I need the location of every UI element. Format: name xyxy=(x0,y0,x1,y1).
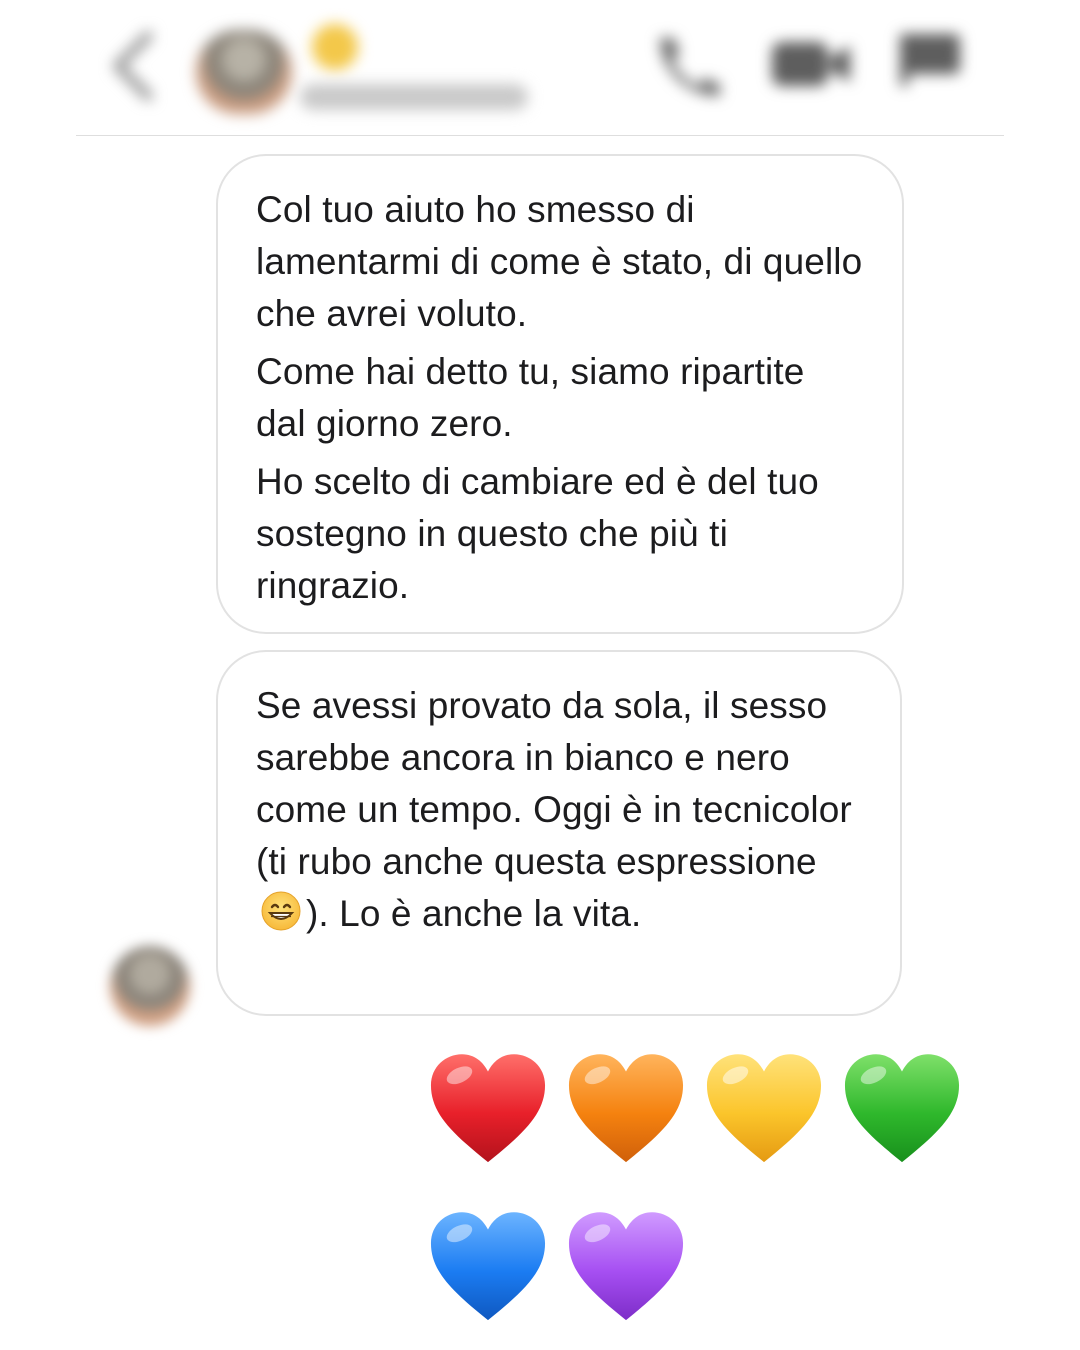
message-paragraph: Come hai detto tu, siamo ripartite dal g… xyxy=(256,351,805,444)
orange-heart-icon[interactable] xyxy=(564,1048,688,1172)
chat-header xyxy=(0,0,1080,136)
back-icon[interactable] xyxy=(104,26,164,106)
blue-heart-icon[interactable] xyxy=(426,1206,550,1330)
contact-avatar[interactable] xyxy=(196,30,292,114)
grinning-face-icon xyxy=(261,891,301,931)
green-heart-icon[interactable] xyxy=(840,1048,964,1172)
yellow-heart-icon[interactable] xyxy=(702,1048,826,1172)
message-text: Se avessi provato da sola, il sesso sare… xyxy=(256,680,862,940)
purple-heart-icon[interactable] xyxy=(564,1206,688,1330)
contact-username[interactable] xyxy=(300,84,528,110)
message-paragraph: Col tuo aiuto ho smesso di lamentarmi di… xyxy=(256,189,863,334)
message-text-after-emoji: ). Lo è anche la vita. xyxy=(306,893,642,934)
call-icon[interactable] xyxy=(646,30,726,102)
message-paragraph: Ho scelto di cambiare ed è del tuo soste… xyxy=(256,461,819,606)
flag-icon[interactable] xyxy=(894,26,970,88)
header-divider xyxy=(76,135,1004,136)
red-heart-icon[interactable] xyxy=(426,1048,550,1172)
message-bubble[interactable]: Se avessi provato da sola, il sesso sare… xyxy=(216,650,902,1016)
sender-avatar[interactable] xyxy=(110,946,190,1026)
message-text-before-emoji: Se avessi provato da sola, il sesso sare… xyxy=(256,685,852,882)
video-call-icon[interactable] xyxy=(768,32,854,96)
status-indicator xyxy=(312,24,358,70)
message-bubble[interactable]: Col tuo aiuto ho smesso di lamentarmi di… xyxy=(216,154,904,634)
